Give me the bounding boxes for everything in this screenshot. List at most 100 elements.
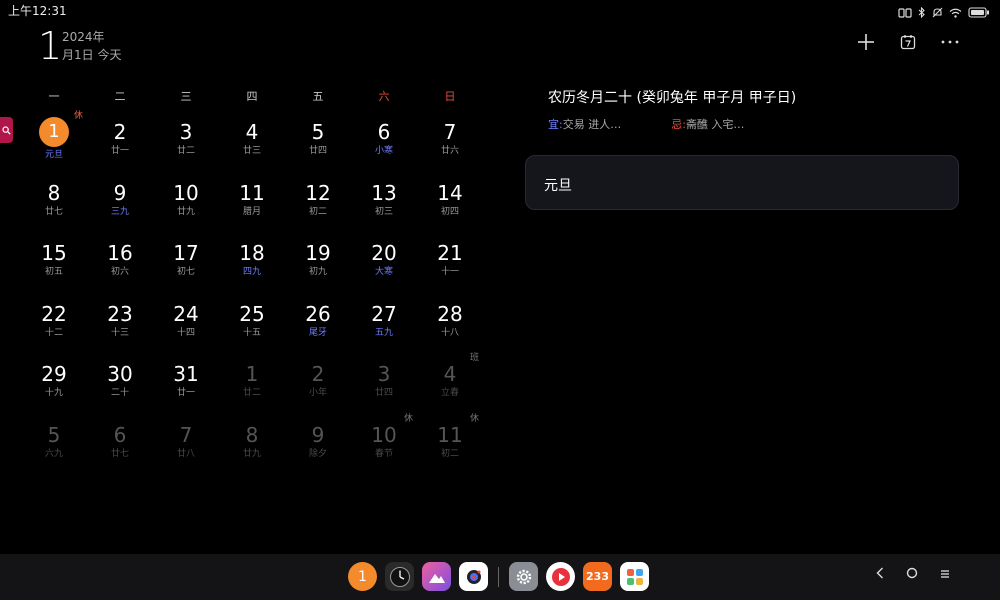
side-search-tab[interactable] (0, 117, 13, 143)
clock-app-icon[interactable] (385, 562, 414, 591)
calendar-day-cell[interactable]: 29 十九 (21, 354, 87, 415)
settings-app-icon[interactable] (509, 562, 538, 591)
ji-text: 斋醮 入宅… (685, 118, 745, 131)
calendar-day-cell[interactable]: 4 廿三 (219, 112, 285, 173)
lunar-day-label: 小年 (308, 388, 327, 398)
calendar-day-cell[interactable]: 15 初五 (21, 233, 87, 294)
lunar-day-label: 初二 (308, 206, 327, 217)
lunar-day-label: 十一 (440, 267, 459, 277)
calendar-day-cell[interactable]: 24 十四 (153, 294, 219, 355)
calendar-day-cell[interactable]: 6 小寒 (351, 112, 417, 173)
calendar-day-cell[interactable]: 6 廿七 (87, 415, 153, 476)
video-app-icon[interactable] (546, 562, 575, 591)
calendar-day-cell[interactable]: 9 除夕 (285, 415, 351, 476)
calendar-app-icon[interactable]: 1 (348, 562, 377, 591)
lunar-day-label: 廿七 (44, 206, 63, 217)
weekday-label: 三 (180, 90, 192, 103)
calendar-day-cell[interactable]: 18 四九 (219, 233, 285, 294)
calendar-day-cell[interactable]: 28 十八 (417, 294, 483, 355)
calendar-day-cell[interactable]: 16 初六 (87, 233, 153, 294)
calendar-day-cell[interactable]: 8 廿九 (219, 415, 285, 476)
day-number: 16 (107, 241, 133, 265)
gallery-app-icon[interactable] (422, 562, 451, 591)
calendar-day-cell[interactable]: 5 六九 (21, 415, 87, 476)
day-number: 30 (107, 362, 133, 386)
day-number: 21 (437, 241, 463, 265)
calendar-day-cell[interactable]: 12 初二 (285, 173, 351, 234)
day-number: 7 (179, 422, 193, 447)
jump-today-button[interactable] (898, 32, 918, 52)
dock-apps: 1 233 (348, 562, 649, 591)
holiday-rest-badge: 休 (403, 413, 413, 424)
weekday-label: 六 (378, 90, 390, 103)
day-number: 8 (47, 180, 61, 205)
lunar-day-label: 五九 (374, 327, 393, 338)
game-app-icon[interactable]: 233 (583, 562, 612, 591)
calendar-day-cell[interactable]: 9 三九 (87, 173, 153, 234)
day-number: 26 (305, 301, 331, 326)
home-button[interactable] (906, 567, 918, 583)
day-number: 3 (377, 362, 391, 386)
yi-label: 宜: (548, 118, 563, 131)
search-icon (2, 125, 11, 135)
lunar-day-label: 十八 (440, 327, 459, 338)
yi-text: 交易 进人… (562, 118, 622, 131)
calendar-day-cell[interactable]: 11 腊月 (219, 173, 285, 234)
weekday-label: 五 (312, 90, 324, 103)
lunar-day-label: 除夕 (308, 448, 327, 459)
calendar-day-cell[interactable]: 8 廿七 (21, 173, 87, 234)
calendar-day-cell[interactable]: 26 尾牙 (285, 294, 351, 355)
calendar-day-cell[interactable]: 13 初三 (351, 173, 417, 234)
app-store-icon[interactable] (620, 562, 649, 591)
calendar-day-cell[interactable]: 3 廿四 (351, 354, 417, 415)
calendar-day-cell[interactable]: 2 廿一 (87, 112, 153, 173)
calendar-grid: 休 1 元旦 2 廿一 3 廿二 4 廿三 5 廿四 6 小寒 7 廿六 8 廿七 9 三九 10 廿九 11 腊月 12 初二… (21, 111, 483, 476)
calendar-day-cell[interactable]: 休 11 初二 (417, 414, 483, 476)
add-event-button[interactable] (856, 32, 876, 52)
back-button[interactable] (876, 567, 884, 583)
calendar-day-cell[interactable]: 休 1 元旦 (21, 111, 87, 173)
calendar-day-cell[interactable]: 7 廿八 (153, 415, 219, 476)
calendar-day-cell[interactable]: 20 大寒 (351, 233, 417, 294)
header-actions (856, 32, 960, 52)
yi-text-group: 宜:交易 进人… (548, 116, 621, 132)
lunar-day-label: 十四 (176, 327, 195, 338)
day-number: 14 (437, 180, 463, 205)
calendar-day-cell[interactable]: 19 初九 (285, 233, 351, 294)
vibrate-icon (898, 3, 912, 22)
lunar-day-label: 廿四 (308, 146, 327, 156)
calendar-day-cell[interactable]: 30 二十 (87, 354, 153, 415)
day-number: 1 (245, 362, 259, 386)
lunar-day-label: 立春 (440, 388, 459, 398)
calendar-day-cell[interactable]: 22 十二 (21, 294, 87, 355)
ji-label: 忌: (671, 118, 686, 131)
day-number: 2 (113, 120, 127, 144)
lunar-day-label: 大寒 (374, 267, 393, 277)
header-date-today: 月1日 今天 (62, 48, 122, 62)
more-options-button[interactable] (940, 32, 960, 52)
calendar-day-cell[interactable]: 2 小年 (285, 354, 351, 415)
calendar-day-cell[interactable]: 7 廿六 (417, 112, 483, 173)
calendar-day-cell[interactable]: 25 十五 (219, 294, 285, 355)
calendar-day-cell[interactable]: 17 初七 (153, 233, 219, 294)
calendar-day-cell[interactable]: 23 十三 (87, 294, 153, 355)
calendar-day-cell[interactable]: 休 10 春节 (351, 414, 417, 476)
calendar-day-cell[interactable]: 10 廿九 (153, 173, 219, 234)
dock: 1 233 (0, 554, 1000, 600)
lunar-day-label: 廿二 (176, 146, 195, 156)
recents-button[interactable] (940, 567, 950, 583)
camera-app-icon[interactable] (459, 562, 488, 591)
calendar-day-cell[interactable]: 14 初四 (417, 173, 483, 234)
lunar-day-label: 廿四 (374, 388, 393, 398)
ji-text-group: 忌:斋醮 入宅… (671, 116, 744, 132)
event-card[interactable]: 元旦 (525, 155, 959, 210)
calendar-day-cell[interactable]: 31 廿一 (153, 354, 219, 415)
day-number: 19 (305, 241, 331, 265)
calendar-day-cell[interactable]: 27 五九 (351, 294, 417, 355)
calendar-day-cell[interactable]: 3 廿二 (153, 112, 219, 173)
calendar-day-cell[interactable]: 21 十一 (417, 233, 483, 294)
day-number: 25 (239, 301, 265, 326)
calendar-day-cell[interactable]: 班 4 立春 (417, 353, 483, 415)
calendar-day-cell[interactable]: 5 廿四 (285, 112, 351, 173)
calendar-day-cell[interactable]: 1 廿二 (219, 354, 285, 415)
